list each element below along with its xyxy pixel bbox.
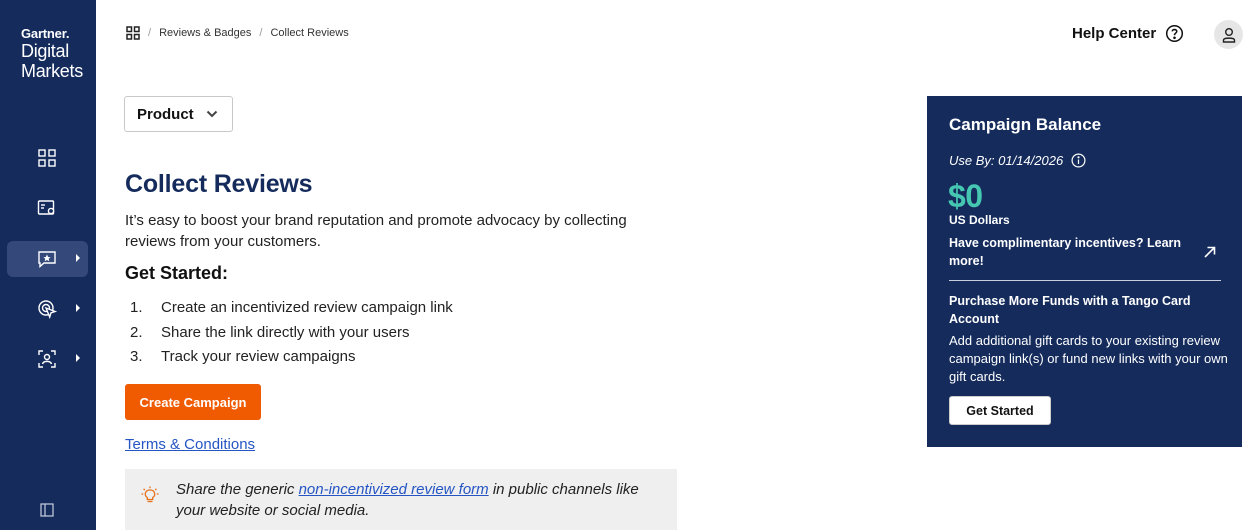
dashboard-grid-icon — [38, 149, 56, 167]
breadcrumb: / Reviews & Badges / Collect Reviews — [126, 26, 349, 40]
terms-conditions-link[interactable]: Terms & Conditions — [125, 436, 255, 453]
non-incentivized-review-form-link[interactable]: non-incentivized review form — [299, 481, 489, 498]
list-item: 3. Track your review campaigns — [130, 345, 453, 370]
step-number: 2. — [130, 323, 143, 341]
sidebar-item-reviews[interactable] — [7, 241, 88, 277]
breadcrumb-reviews-badges[interactable]: Reviews & Badges — [159, 27, 251, 39]
step-number: 3. — [130, 348, 143, 365]
sidebar-item-campaigns[interactable] — [7, 291, 88, 327]
panel-divider — [949, 280, 1221, 281]
help-center-label: Help Center — [1072, 25, 1157, 42]
purchase-funds-heading: Purchase More Funds with a Tango Card Ac… — [949, 294, 1191, 326]
sidebar-item-audience[interactable] — [7, 341, 88, 377]
step-text: Share the link directly with your users — [161, 323, 410, 341]
chevron-right-icon — [76, 304, 80, 312]
use-by-date: Use By: 01/14/2026 — [949, 153, 1086, 168]
lightbulb-icon — [141, 486, 159, 503]
arrow-up-right-icon[interactable] — [1203, 245, 1217, 259]
step-text: Track your review campaigns — [161, 348, 356, 365]
info-note-text: Share the generic non-incentivized revie… — [176, 479, 666, 521]
list-item: 1. Create an incentivized review campaig… — [130, 296, 453, 321]
gartner-digital-markets-logo[interactable]: Gartner. Digital Markets — [21, 27, 83, 80]
step-number: 1. — [130, 299, 143, 316]
settings-card-icon — [37, 200, 55, 215]
sidebar: Gartner. Digital Markets — [0, 0, 96, 530]
breadcrumb-separator: / — [148, 27, 152, 39]
intro-text: It’s easy to boost your brand reputation… — [125, 212, 627, 250]
create-campaign-button[interactable]: Create Campaign — [125, 384, 261, 420]
product-dropdown-label: Product — [137, 105, 194, 123]
step-text: Create an incentivized review campaign l… — [161, 299, 453, 316]
info-icon[interactable] — [1071, 153, 1086, 168]
logo-line-1: Gartner. — [21, 26, 70, 41]
campaign-balance-panel: Campaign Balance Use By: 01/14/2026 $0 U… — [927, 96, 1242, 447]
cursor-click-icon — [38, 300, 57, 319]
sidebar-item-settings[interactable] — [7, 190, 88, 226]
chevron-right-icon — [76, 254, 80, 262]
list-item: 2. Share the link directly with your use… — [130, 321, 453, 346]
complimentary-incentives-link[interactable]: Have complimentary incentives? Learn mor… — [949, 235, 1199, 270]
logo-line-3: Markets — [21, 61, 83, 81]
panel-title: Campaign Balance — [949, 115, 1102, 134]
help-center-link[interactable]: Help Center — [1072, 24, 1184, 43]
purchase-funds-description: Add additional gift cards to your existi… — [949, 333, 1228, 384]
get-started-button[interactable]: Get Started — [949, 396, 1051, 425]
use-by-text: Use By: 01/14/2026 — [949, 153, 1064, 168]
balance-amount: $0 — [948, 178, 983, 214]
question-circle-icon — [1166, 24, 1184, 43]
get-started-heading: Get Started: — [125, 263, 229, 283]
logo-line-2: Digital — [21, 41, 69, 61]
chevron-right-icon — [76, 354, 80, 362]
sidebar-item-dashboard[interactable] — [7, 140, 88, 176]
info-note: Share the generic non-incentivized revie… — [125, 469, 677, 530]
breadcrumb-separator: / — [259, 27, 263, 39]
sidebar-collapse-icon[interactable] — [40, 503, 54, 517]
user-avatar-button[interactable] — [1214, 20, 1243, 49]
page-title: Collect Reviews — [125, 170, 313, 198]
breadcrumb-collect-reviews: Collect Reviews — [270, 27, 349, 39]
user-icon — [1222, 27, 1235, 43]
star-message-icon — [38, 251, 56, 269]
chevron-down-icon — [206, 110, 217, 118]
product-dropdown[interactable]: Product — [124, 96, 233, 132]
balance-currency: US Dollars — [949, 213, 1010, 227]
user-scan-icon — [38, 350, 56, 368]
note-text-before: Share the generic — [176, 481, 299, 498]
steps-list: 1. Create an incentivized review campaig… — [130, 296, 453, 370]
apps-grid-icon[interactable] — [126, 26, 140, 40]
